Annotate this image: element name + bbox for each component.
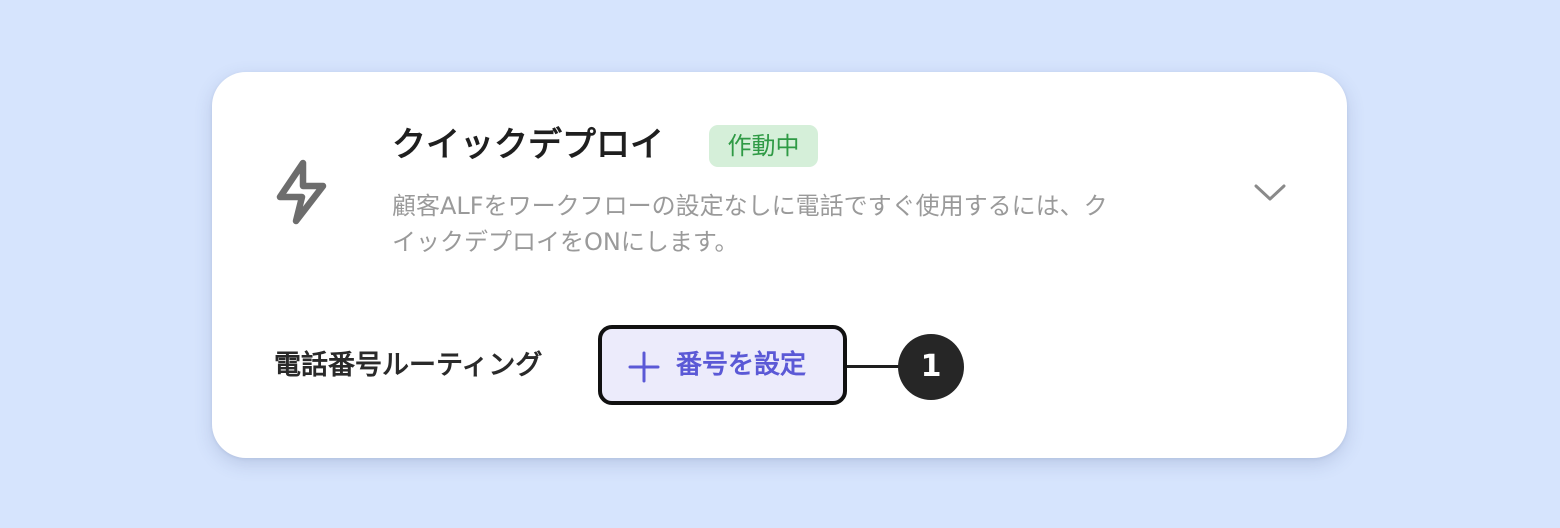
plus-icon	[628, 351, 660, 383]
set-number-button-label: 番号を設定	[676, 350, 807, 380]
description-line: 顧客ALFをワークフローの設定なしに電話ですぐ使用するには、ク	[392, 192, 1108, 220]
card-description: 顧客ALFをワークフローの設定なしに電話ですぐ使用するには、ク イックデプロイを…	[392, 188, 1192, 260]
chevron-down-icon[interactable]	[1250, 174, 1290, 210]
phone-routing-label: 電話番号ルーティング	[274, 350, 543, 381]
callout-number-badge: 1	[898, 334, 964, 400]
callout-connector-line	[847, 365, 903, 368]
description-line: イックデプロイをONにします。	[392, 228, 739, 256]
set-number-button[interactable]: 番号を設定	[598, 325, 847, 405]
status-badge: 作動中	[709, 125, 818, 167]
card-title: クイックデプロイ	[392, 125, 664, 165]
lightning-bolt-icon	[276, 159, 327, 225]
